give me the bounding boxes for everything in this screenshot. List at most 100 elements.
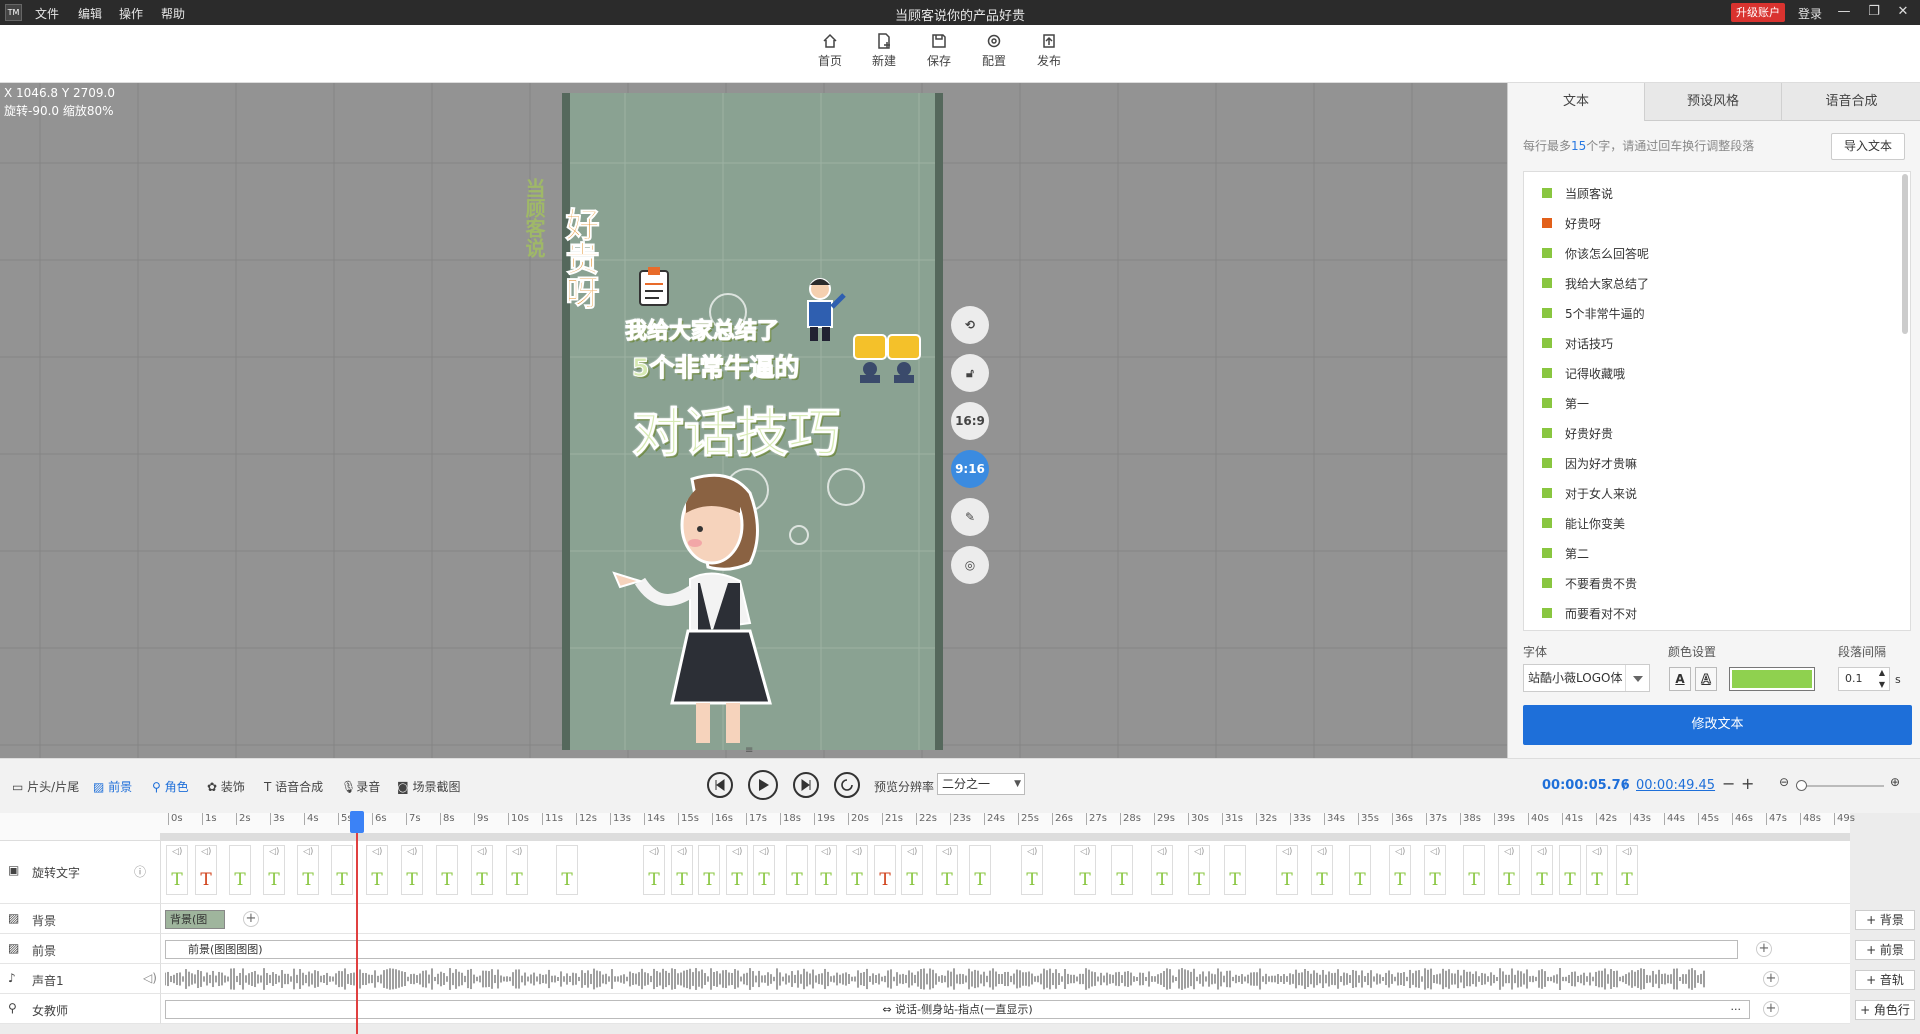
- timeline-ruler[interactable]: 0s 1s 2s 3s 4s 5s 6s 7s 8s 9s 10s 11s 12s 13s 14s 15s 16…: [160, 813, 1855, 841]
- text-clip[interactable]: ◁) T: [726, 845, 748, 895]
- collapse-chevron-icon[interactable]: ≡: [745, 745, 759, 756]
- ratio-16-9-button[interactable]: 16:9: [951, 402, 989, 440]
- text-clip[interactable]: T: [556, 845, 578, 895]
- list-item[interactable]: 我给大家总结了: [1524, 268, 1910, 298]
- text-clip[interactable]: ◁) T: [366, 845, 388, 895]
- add-foreground-button[interactable]: + 前景: [1855, 940, 1915, 960]
- home-button[interactable]: 首页: [808, 33, 852, 69]
- ruler-scroll-bar[interactable]: [160, 833, 1850, 840]
- text-clip[interactable]: ◁) T: [263, 845, 285, 895]
- caption-line-1[interactable]: 我给大家总结了: [624, 313, 779, 345]
- skip-forward-icon[interactable]: [793, 772, 819, 798]
- text-clip[interactable]: ◁) T: [901, 845, 923, 895]
- menu-edit[interactable]: 编辑: [78, 5, 102, 22]
- decrease-icon[interactable]: −: [1722, 774, 1735, 793]
- text-clip[interactable]: ◁) T: [936, 845, 958, 895]
- text-clip[interactable]: ◁) T: [1586, 845, 1608, 895]
- add-role-row-button[interactable]: + 角色行: [1855, 1000, 1915, 1020]
- list-item[interactable]: 记得收藏哦: [1524, 358, 1910, 388]
- list-item[interactable]: 你该怎么回答呢: [1524, 238, 1910, 268]
- text-clip[interactable]: ◁) T: [1424, 845, 1446, 895]
- import-text-button[interactable]: 导入文本: [1831, 133, 1905, 160]
- list-item[interactable]: 好贵呀: [1524, 208, 1910, 238]
- text-clip[interactable]: T: [969, 845, 991, 895]
- zoom-in-icon[interactable]: ⊕: [1890, 775, 1900, 789]
- more-icon[interactable]: ···: [1731, 1001, 1742, 1018]
- replay-icon[interactable]: [834, 772, 860, 798]
- ratio-9-16-button[interactable]: 9:16: [951, 450, 989, 488]
- list-item[interactable]: 5个非常牛逼的: [1524, 298, 1910, 328]
- text-clip[interactable]: ◁) T: [846, 845, 868, 895]
- text-clip[interactable]: ◁) T: [1311, 845, 1333, 895]
- playhead-line[interactable]: [356, 813, 358, 1034]
- text-clip[interactable]: ◁) T: [1389, 845, 1411, 895]
- upgrade-button[interactable]: 升级账户: [1731, 3, 1785, 22]
- text-clip[interactable]: T: [1559, 845, 1581, 895]
- volume-icon[interactable]: ◁): [143, 971, 157, 985]
- font-select[interactable]: 站酷小薇LOGO体: [1523, 664, 1650, 692]
- text-clip[interactable]: ◁) T: [1531, 845, 1553, 895]
- stepper-arrows-icon[interactable]: ▲ ▼: [1879, 667, 1885, 691]
- text-clip[interactable]: T: [1111, 845, 1133, 895]
- text-clip[interactable]: T: [874, 845, 896, 895]
- track-label-rotating-text[interactable]: ▣ 旋转文字 ⓘ: [0, 841, 160, 904]
- video-preview-frame[interactable]: 我给大家总结了 5个非常牛逼的 对话技巧: [562, 93, 943, 750]
- text-clip[interactable]: ◁) T: [166, 845, 188, 895]
- outline-color-icon[interactable]: A: [1695, 667, 1717, 691]
- caption-line-2[interactable]: 5个非常牛逼的: [631, 348, 799, 384]
- vertical-caption-2[interactable]: 好贵呀: [555, 207, 604, 310]
- text-clip[interactable]: ◁) T: [1276, 845, 1298, 895]
- text-color-icon[interactable]: A: [1669, 667, 1691, 691]
- list-item[interactable]: 对话技巧: [1524, 328, 1910, 358]
- text-clip[interactable]: ◁) T: [1021, 845, 1043, 895]
- text-clip[interactable]: T: [1349, 845, 1371, 895]
- add-audio-track-button[interactable]: + 音轨: [1855, 970, 1915, 990]
- text-clip[interactable]: ◁) T: [753, 845, 775, 895]
- menu-file[interactable]: 文件: [35, 5, 59, 22]
- text-clip[interactable]: ◁) T: [1498, 845, 1520, 895]
- publish-button[interactable]: 发布: [1027, 33, 1071, 69]
- save-button[interactable]: 保存: [917, 33, 961, 69]
- play-icon[interactable]: [748, 770, 778, 800]
- text-clip[interactable]: ◁) T: [671, 845, 693, 895]
- add-icon[interactable]: +: [1756, 941, 1772, 957]
- caption-line-3[interactable]: 对话技巧: [631, 391, 840, 466]
- tool-foreground[interactable]: ▨ 前景: [93, 778, 132, 795]
- list-item[interactable]: 好贵好贵: [1524, 418, 1910, 448]
- list-scrollbar[interactable]: [1902, 174, 1908, 334]
- unlock-icon[interactable]: 🔓︎: [951, 354, 989, 392]
- list-item[interactable]: 而要看对不对: [1524, 598, 1910, 628]
- tool-scene-screenshot[interactable]: ◙ 场景截图: [397, 778, 460, 795]
- track-label-audio[interactable]: ♪ 声音1 ◁): [0, 964, 160, 994]
- foreground-clip[interactable]: 前景(图图图图): [165, 940, 1738, 959]
- tool-intro-outro[interactable]: ▭ 片头/片尾: [12, 778, 79, 795]
- config-button[interactable]: 配置: [972, 33, 1016, 69]
- maximize-icon[interactable]: ❐: [1864, 2, 1884, 22]
- text-line-list[interactable]: 当顾客说 好贵呀 你该怎么回答呢 我给大家总结了 5个非常牛逼的 对话技巧 记得…: [1523, 171, 1911, 631]
- text-clip[interactable]: ◁) T: [471, 845, 493, 895]
- list-item[interactable]: 当顾客说: [1524, 178, 1910, 208]
- text-clip[interactable]: ◁) T: [1151, 845, 1173, 895]
- text-clip[interactable]: ◁) T: [643, 845, 665, 895]
- target-icon[interactable]: ◎: [951, 546, 989, 584]
- text-clip[interactable]: ◁) T: [1616, 845, 1638, 895]
- modify-text-button[interactable]: 修改文本: [1523, 705, 1912, 745]
- foreground-track[interactable]: 前景(图图图图) +: [160, 934, 1850, 964]
- list-item[interactable]: 对于女人来说: [1524, 478, 1910, 508]
- tool-record[interactable]: 🎙︎录音: [341, 778, 380, 795]
- resolution-select[interactable]: 二分之一 ▼: [937, 773, 1025, 795]
- track-label-role[interactable]: ⚲ 女教师: [0, 994, 160, 1024]
- total-time[interactable]: 00:00:49.45: [1636, 778, 1715, 793]
- tool-decoration[interactable]: ✿ 装饰: [207, 778, 245, 795]
- vertical-caption-1[interactable]: 当顾客说: [520, 178, 549, 258]
- edit-icon[interactable]: ✎: [951, 498, 989, 536]
- role-track[interactable]: ⇔ 说话-侧身站-指点(一直显示) ··· +: [160, 994, 1850, 1024]
- list-item[interactable]: 能让你变美: [1524, 508, 1910, 538]
- tab-text[interactable]: 文本: [1508, 83, 1645, 121]
- text-clip[interactable]: ◁) T: [1074, 845, 1096, 895]
- zoom-slider[interactable]: [1796, 785, 1884, 787]
- minimize-icon[interactable]: —: [1834, 2, 1854, 22]
- canvas-area[interactable]: X 1046.8 Y 2709.0 旋转-90.0 缩放80% 我给大家总结了 …: [0, 83, 1507, 758]
- rotate-icon[interactable]: ⟲: [951, 306, 989, 344]
- text-clip[interactable]: ◁) T: [815, 845, 837, 895]
